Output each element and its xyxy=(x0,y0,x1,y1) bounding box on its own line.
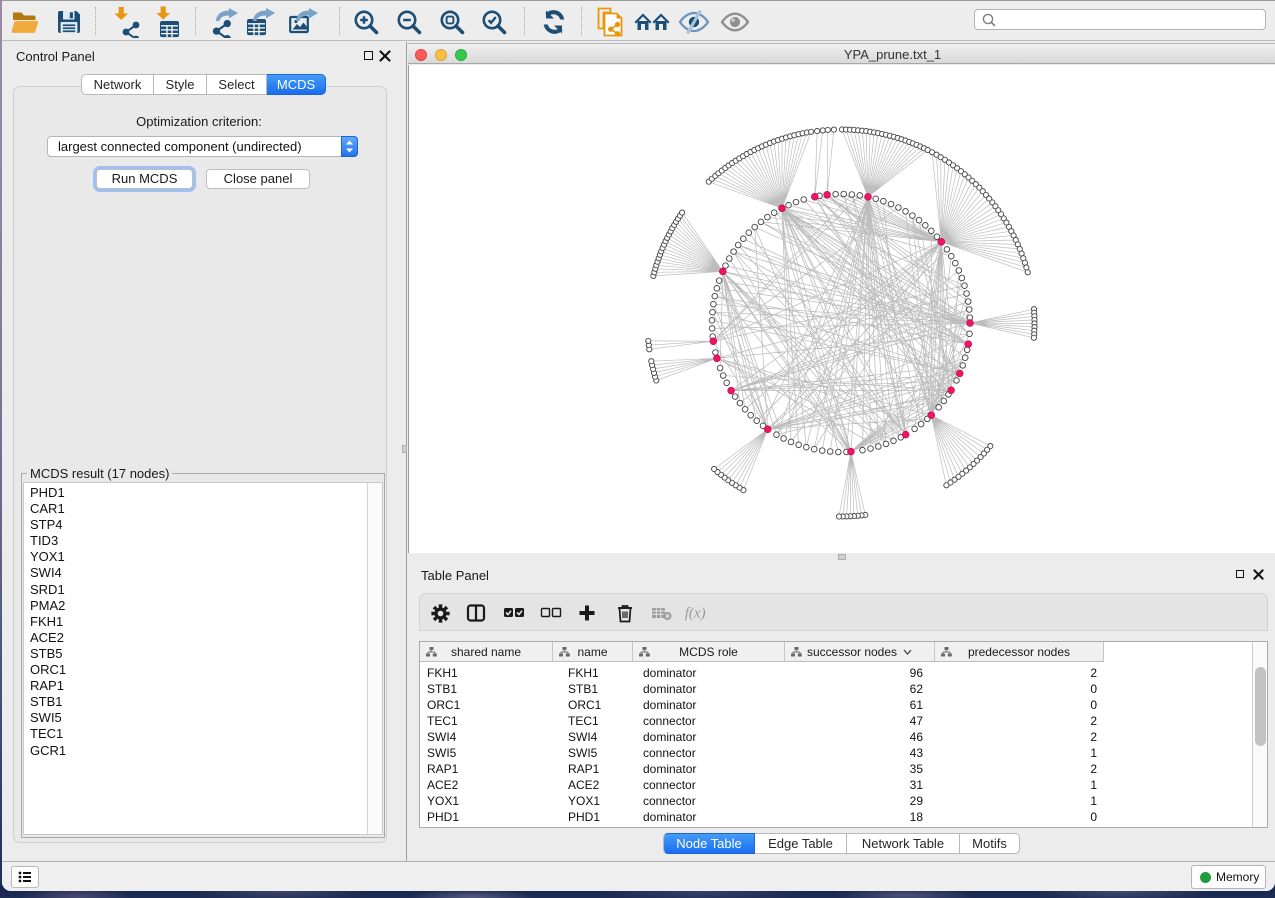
svg-text:f(x): f(x) xyxy=(685,605,706,621)
